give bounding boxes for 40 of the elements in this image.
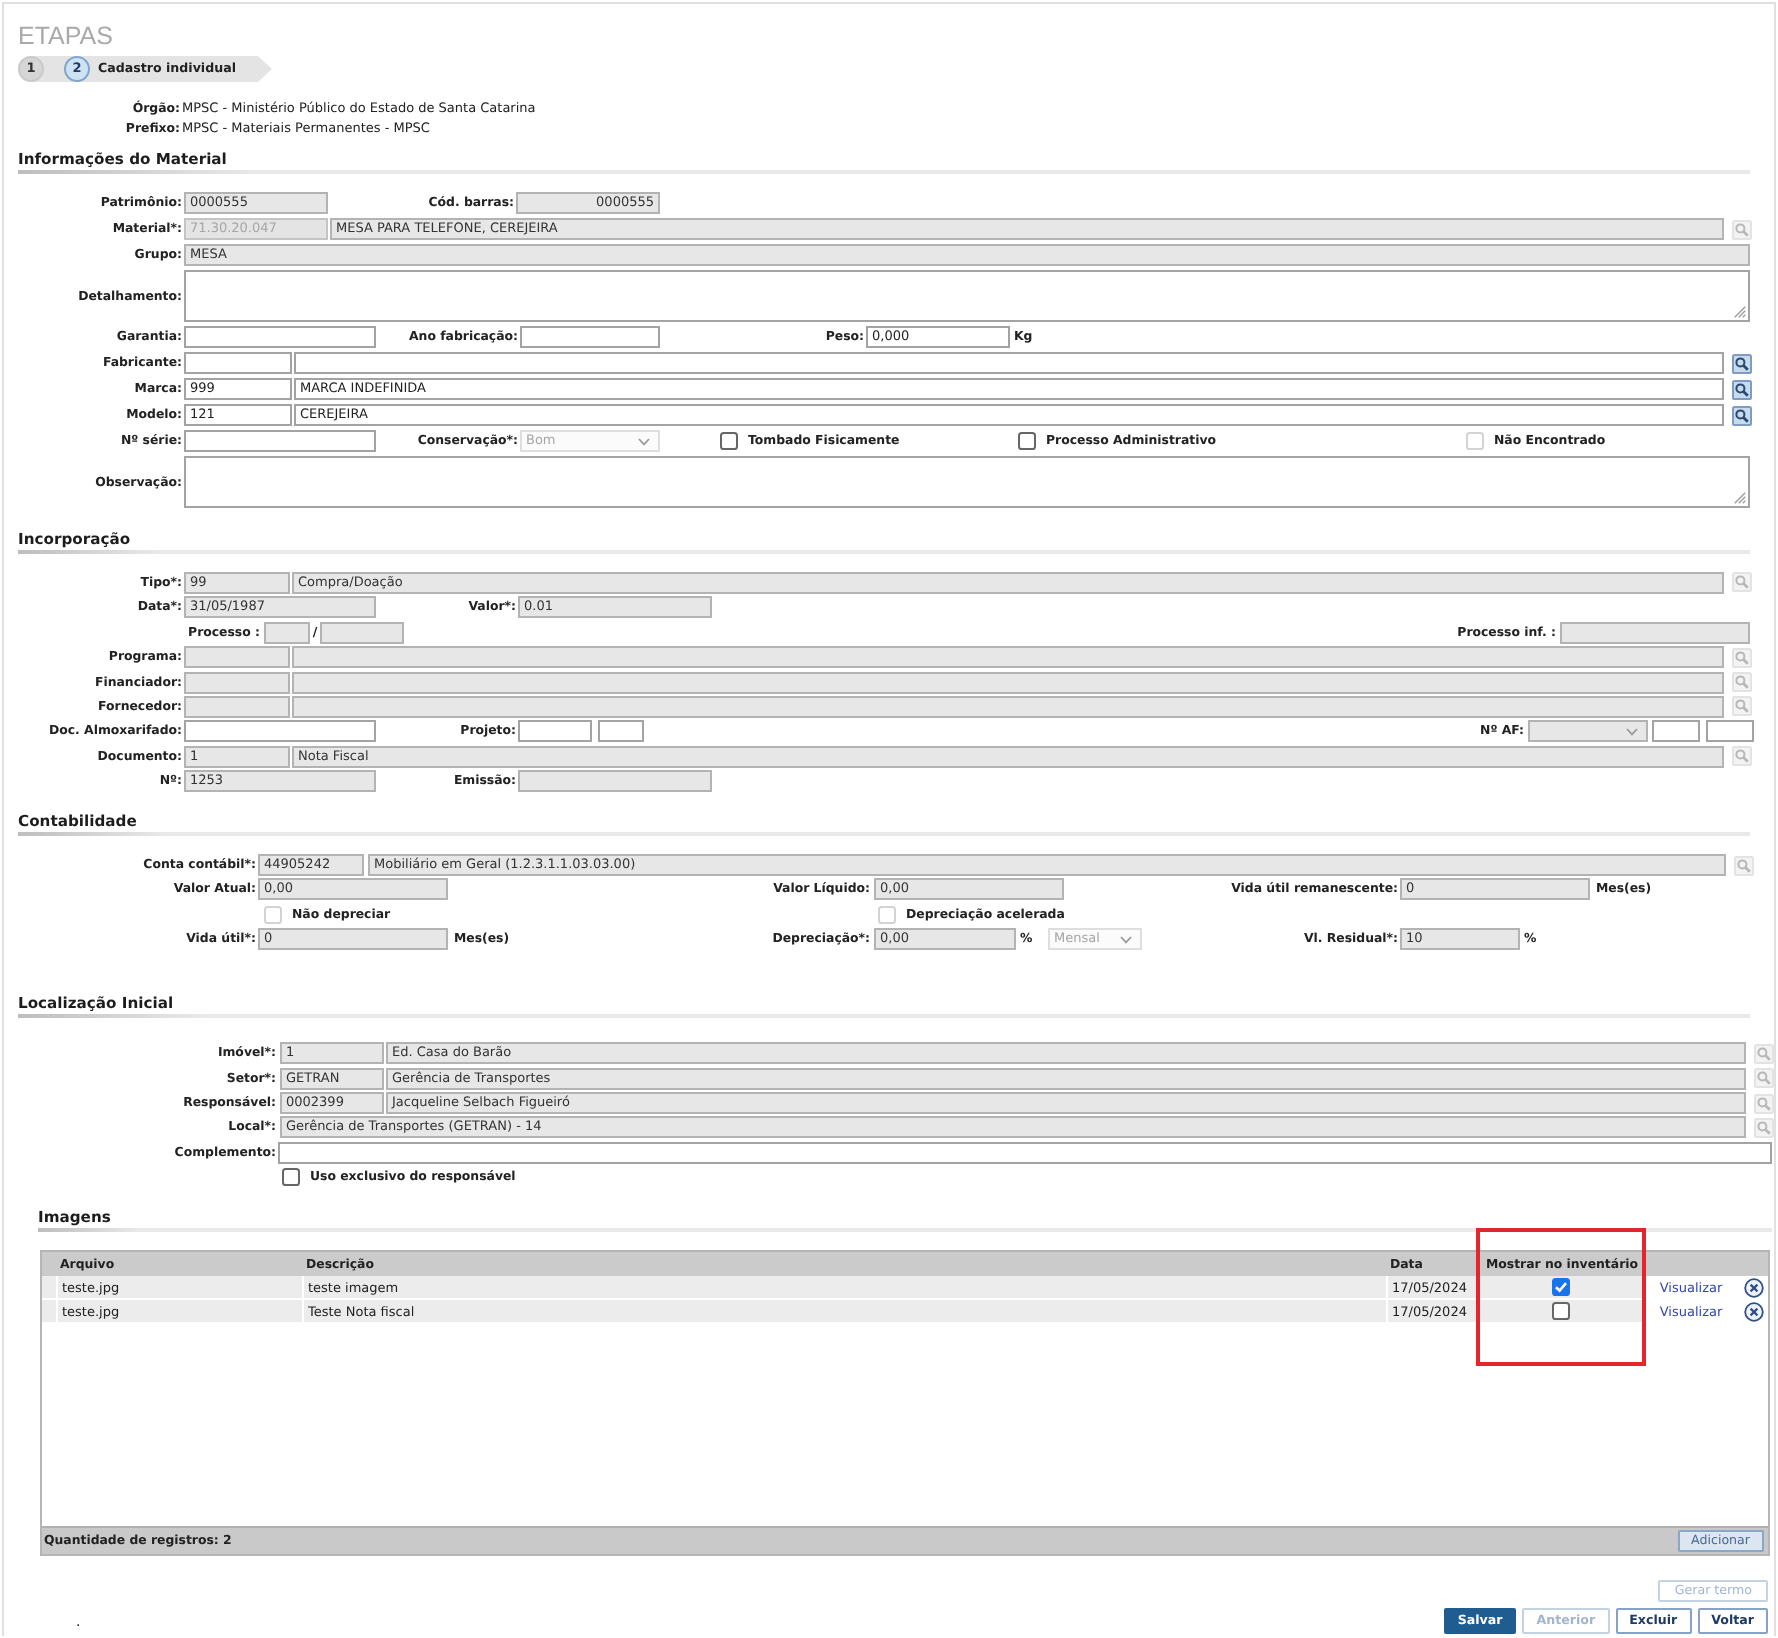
input-field[interactable]	[292, 695, 1724, 718]
steps-heading: ETAPAS	[18, 22, 113, 52]
input-field[interactable]	[264, 621, 310, 644]
checkbox[interactable]	[1551, 1278, 1569, 1297]
text-area[interactable]	[184, 270, 1750, 322]
circle-x-icon[interactable]	[1743, 1277, 1763, 1298]
input-field[interactable]	[278, 1141, 1772, 1164]
checkbox[interactable]	[282, 1168, 300, 1187]
resize-grip-icon[interactable]	[1734, 492, 1746, 504]
text-area[interactable]	[184, 456, 1750, 508]
input-field[interactable]	[184, 671, 290, 694]
input-field[interactable]	[292, 671, 1724, 694]
checkbox[interactable]	[720, 432, 738, 450]
dropdown[interactable]	[1528, 720, 1648, 743]
search-icon[interactable]	[1732, 405, 1752, 425]
input-field[interactable]	[1652, 720, 1700, 743]
search-icon[interactable]	[1732, 353, 1752, 373]
input-field[interactable]	[184, 430, 376, 452]
checkbox[interactable]	[1551, 1302, 1569, 1321]
input-field[interactable]	[184, 352, 292, 374]
input-field[interactable]	[320, 621, 404, 644]
checkbox[interactable]	[1018, 432, 1036, 450]
input-field[interactable]	[1560, 621, 1750, 644]
input-field[interactable]	[520, 326, 660, 348]
chevron-down-icon	[1626, 727, 1638, 736]
input-field[interactable]	[1706, 720, 1754, 743]
chevron-down-icon	[1120, 935, 1132, 944]
input-field[interactable]	[184, 646, 290, 669]
input-field[interactable]	[518, 770, 712, 793]
input-field[interactable]	[294, 352, 1724, 374]
input-field[interactable]	[184, 720, 376, 743]
input-field[interactable]	[184, 326, 376, 348]
input-field[interactable]	[518, 720, 592, 743]
input-field[interactable]	[292, 646, 1724, 669]
resize-grip-icon[interactable]	[1734, 306, 1746, 318]
input-field[interactable]	[598, 720, 644, 743]
search-icon[interactable]	[1732, 379, 1752, 399]
input-field[interactable]	[184, 695, 290, 718]
circle-x-icon[interactable]	[1743, 1301, 1763, 1322]
chevron-down-icon	[638, 437, 650, 445]
